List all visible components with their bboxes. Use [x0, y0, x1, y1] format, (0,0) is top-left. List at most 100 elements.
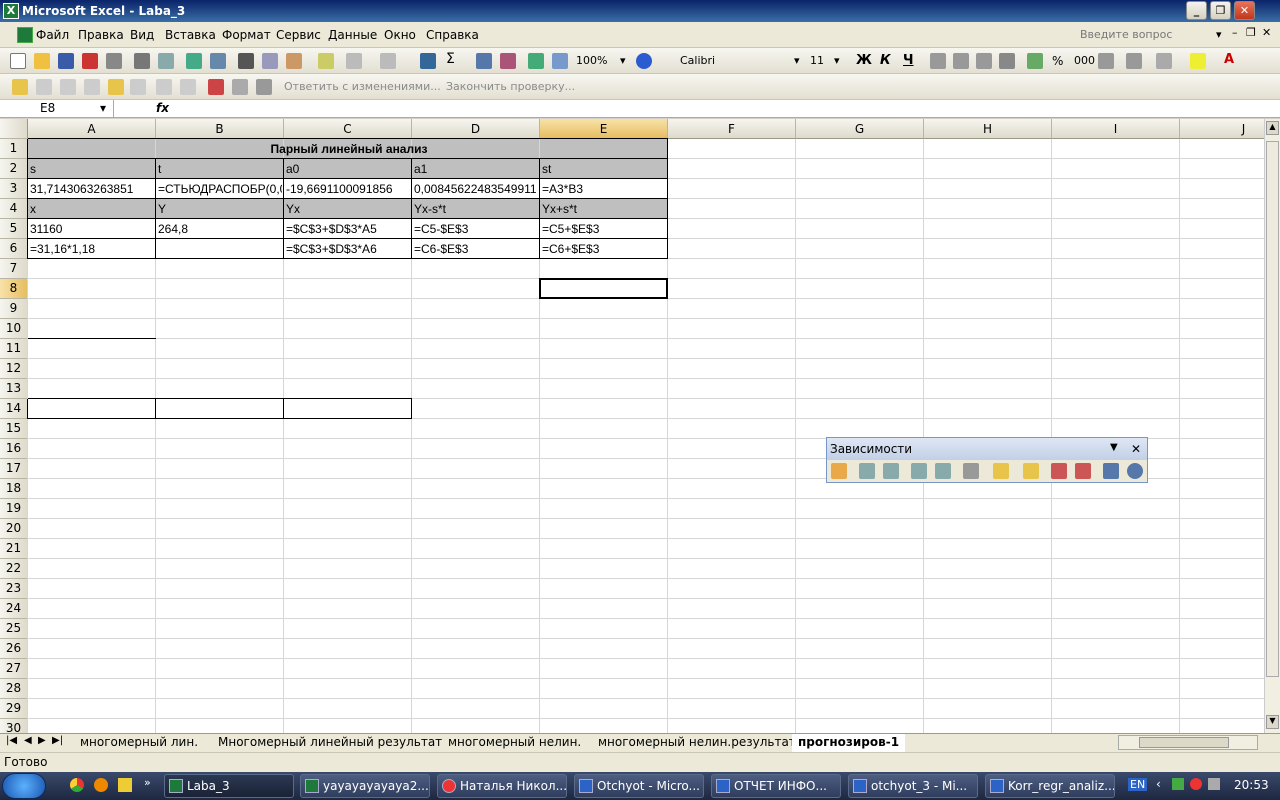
column-header-c[interactable]: C: [284, 119, 412, 139]
task-otchyot[interactable]: Otchyot - Micro...: [574, 774, 704, 798]
folder-icon[interactable]: [12, 79, 28, 95]
row-header-19[interactable]: 19: [0, 499, 28, 519]
trace-error-icon[interactable]: [993, 463, 1009, 479]
cell-a2[interactable]: s: [28, 159, 154, 179]
row-header-22[interactable]: 22: [0, 559, 28, 579]
menu-edit[interactable]: Правка: [78, 28, 124, 42]
italic-button[interactable]: К: [880, 53, 891, 68]
trace-precedents-icon[interactable]: [859, 463, 875, 479]
show-comment-icon[interactable]: [108, 79, 124, 95]
row-header-12[interactable]: 12: [0, 359, 28, 379]
cell-a5[interactable]: 31160: [28, 219, 154, 239]
row-header-10[interactable]: 10: [0, 319, 28, 339]
column-header-j[interactable]: J: [1180, 119, 1264, 139]
row-header-4[interactable]: 4: [0, 199, 28, 219]
cell-a4[interactable]: x: [28, 199, 154, 219]
print-icon[interactable]: [134, 53, 150, 69]
column-header-i[interactable]: I: [1052, 119, 1180, 139]
prev-sheet-icon[interactable]: ◀: [24, 735, 32, 746]
row-header-3[interactable]: 3: [0, 179, 28, 199]
row-header-1[interactable]: 1: [0, 139, 28, 159]
dependencies-toolbar[interactable]: Зависимости ▼ ✕: [826, 437, 1148, 483]
evaluate-formula-icon[interactable]: [1127, 463, 1143, 479]
size-dropdown-icon[interactable]: ▾: [834, 54, 840, 67]
name-box[interactable]: E8 ▾: [2, 100, 114, 117]
cell-e5[interactable]: =C5+$E$3: [540, 219, 666, 239]
active-cell-e8[interactable]: [539, 278, 668, 299]
trace-dependents-icon[interactable]: [911, 463, 927, 479]
scroll-thumb[interactable]: [1266, 141, 1279, 677]
task-laba3[interactable]: Laba_3: [164, 774, 294, 798]
task-otchet-info[interactable]: ОТЧЕТ ИНФО...: [711, 774, 841, 798]
cell-a3[interactable]: 31,7143063263851: [28, 179, 154, 199]
task-korr-regr[interactable]: Korr_regr_analiz...: [985, 774, 1115, 798]
last-sheet-icon[interactable]: ▶|: [52, 735, 63, 746]
help-icon[interactable]: [636, 53, 652, 69]
remove-dependents-icon[interactable]: [935, 463, 951, 479]
vertical-scrollbar[interactable]: ▲ ▼: [1264, 119, 1280, 733]
cell-c3[interactable]: -19,6691100091856: [284, 179, 410, 199]
task-yayaya[interactable]: yayayayayaya2...: [300, 774, 430, 798]
font-color-icon[interactable]: A: [1224, 52, 1234, 67]
workbook-icon[interactable]: [17, 27, 33, 43]
watch-window-icon[interactable]: [1103, 463, 1119, 479]
sheet-tab-active[interactable]: прогнозиров-1: [792, 734, 906, 752]
name-box-dropdown-icon[interactable]: ▾: [100, 100, 106, 116]
new-comment-dep-icon[interactable]: [1023, 463, 1039, 479]
accept-icon[interactable]: [180, 79, 196, 95]
track-changes-icon[interactable]: [156, 79, 172, 95]
sort-descending-icon[interactable]: [500, 53, 516, 69]
dependencies-title[interactable]: Зависимости: [827, 438, 1147, 460]
cell-d4[interactable]: Yx-s*t: [412, 199, 538, 219]
window-restore-button[interactable]: ❐: [1210, 1, 1231, 20]
row-header-14[interactable]: 14: [0, 399, 28, 419]
send-icon[interactable]: [256, 79, 272, 95]
row-header-7[interactable]: 7: [0, 259, 28, 279]
cell-c4[interactable]: Yx: [284, 199, 410, 219]
format-painter-icon[interactable]: [318, 53, 334, 69]
cell-c6[interactable]: =$C$3+$D$3*A6: [284, 239, 410, 259]
bold-button[interactable]: Ж: [856, 53, 872, 68]
percent-button[interactable]: %: [1052, 54, 1063, 68]
first-sheet-icon[interactable]: |◀: [6, 735, 17, 746]
autosum-icon[interactable]: Σ: [446, 51, 455, 67]
email-icon[interactable]: [106, 53, 122, 69]
zoom-dropdown-icon[interactable]: ▾: [620, 54, 626, 67]
column-header-d[interactable]: D: [412, 119, 540, 139]
row-header-2[interactable]: 2: [0, 159, 28, 179]
horizontal-scrollbar[interactable]: [1118, 735, 1258, 750]
task-otchyot3[interactable]: otchyot_3 - Mi...: [848, 774, 978, 798]
column-header-f[interactable]: F: [668, 119, 796, 139]
row-header-17[interactable]: 17: [0, 459, 28, 479]
underline-button[interactable]: Ч: [903, 53, 914, 68]
cell-b4[interactable]: Y: [156, 199, 282, 219]
open-icon[interactable]: [34, 53, 50, 69]
ink-icon[interactable]: [232, 79, 248, 95]
column-header-h[interactable]: H: [924, 119, 1052, 139]
cell-c2[interactable]: a0: [284, 159, 410, 179]
select-all-corner[interactable]: [0, 119, 28, 139]
next-comment-icon[interactable]: [84, 79, 100, 95]
app-quicklaunch-icon[interactable]: [118, 778, 132, 792]
cell-e2[interactable]: st: [540, 159, 666, 179]
align-right-icon[interactable]: [976, 53, 992, 69]
row-header-21[interactable]: 21: [0, 539, 28, 559]
indent-icon[interactable]: [1126, 53, 1142, 69]
end-review-button[interactable]: Закончить проверку...: [446, 80, 575, 93]
row-header-26[interactable]: 26: [0, 639, 28, 659]
cell-d5[interactable]: =C5-$E$3: [412, 219, 538, 239]
menu-insert[interactable]: Вставка: [165, 28, 216, 42]
menu-format[interactable]: Формат: [222, 28, 271, 42]
doc-restore-button[interactable]: ❐: [1246, 26, 1256, 39]
row-header-29[interactable]: 29: [0, 699, 28, 719]
remove-precedents-icon[interactable]: [883, 463, 899, 479]
reply-with-changes-button[interactable]: Ответить с изменениями...: [284, 80, 441, 93]
new-comment-icon[interactable]: [36, 79, 52, 95]
sheet-tab-2[interactable]: Многомерный линейный результат: [218, 734, 442, 752]
paste-icon[interactable]: [286, 53, 302, 69]
sheet-tab-1[interactable]: многомерный лин.: [80, 734, 198, 752]
sheet-tab-4[interactable]: многомерный нелин.результат: [598, 734, 796, 752]
copy-icon[interactable]: [262, 53, 278, 69]
doc-minimize-button[interactable]: –: [1232, 26, 1238, 39]
prev-comment-icon[interactable]: [60, 79, 76, 95]
